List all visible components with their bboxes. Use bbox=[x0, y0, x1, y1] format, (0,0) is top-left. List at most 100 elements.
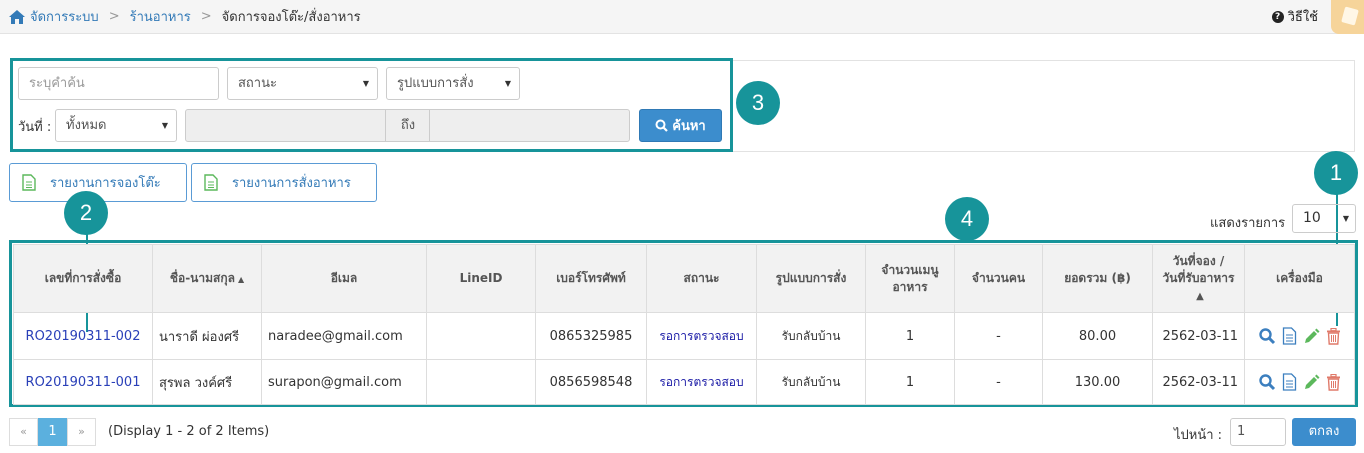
header-name-label: ชื่อ-นามสกุล bbox=[169, 270, 235, 285]
document-icon[interactable] bbox=[1282, 327, 1297, 345]
pagination-info: (Display 1 - 2 of 2 Items) bbox=[108, 424, 270, 439]
header-menu-count[interactable]: จำนวนเมนูอาหาร bbox=[865, 244, 955, 313]
edit-icon[interactable] bbox=[1303, 374, 1320, 391]
cell-order-type: รับกลับบ้าน bbox=[756, 359, 866, 405]
document-icon bbox=[22, 174, 36, 191]
cell-email: surapon@gmail.com bbox=[261, 359, 427, 405]
search-input[interactable]: ระบุคำค้น bbox=[18, 67, 219, 100]
edit-icon[interactable] bbox=[1303, 328, 1320, 345]
order-no-link[interactable]: RO20190311-002 bbox=[26, 329, 141, 344]
goto-page-input[interactable]: 1 bbox=[1230, 418, 1286, 446]
help-link[interactable]: ? วิธีใช้ bbox=[1271, 6, 1318, 27]
header-tools: เครื่องมือ bbox=[1244, 244, 1355, 313]
cell-date: 2562-03-11 bbox=[1152, 312, 1245, 360]
header-date[interactable]: วันที่จอง / วันที่รับอาหาร ▲ bbox=[1152, 244, 1245, 313]
cell-order-type: รับกลับบ้าน bbox=[756, 312, 866, 360]
note-icon bbox=[1341, 6, 1359, 26]
breadcrumb-home[interactable]: จัดการระบบ bbox=[30, 6, 99, 27]
header-date-label-2: วันที่รับอาหาร bbox=[1162, 270, 1235, 285]
delete-icon[interactable] bbox=[1326, 327, 1341, 345]
search-button-label: ค้นหา bbox=[672, 119, 706, 134]
header-order-type[interactable]: รูปแบบการสั่ง bbox=[756, 244, 866, 313]
callout-badge-2: 2 bbox=[64, 191, 108, 235]
date-to-label: ถึง bbox=[386, 109, 430, 142]
question-icon: ? bbox=[1271, 10, 1284, 23]
breadcrumb-current: จัดการจองโต๊ะ/สั่งอาหาร bbox=[221, 10, 361, 25]
breadcrumb-section[interactable]: ร้านอาหาร bbox=[130, 6, 191, 27]
row-tools bbox=[1251, 327, 1348, 345]
search-button[interactable]: ค้นหา bbox=[639, 109, 722, 142]
sort-asc-icon: ▲ bbox=[237, 274, 245, 284]
orders-table: เลขที่การสั่งซื้อ ชื่อ-นามสกุล ▲ อีเมล Li… bbox=[13, 244, 1355, 405]
order-no-link[interactable]: RO20190311-001 bbox=[26, 375, 141, 390]
cell-people: - bbox=[954, 312, 1043, 360]
breadcrumb: จัดการระบบ > ร้านอาหาร > จัดการจองโต๊ะ/ส… bbox=[8, 6, 361, 27]
top-bar: จัดการระบบ > ร้านอาหาร > จัดการจองโต๊ะ/ส… bbox=[0, 0, 1364, 34]
document-icon[interactable] bbox=[1282, 373, 1297, 391]
header-menu-count-label: จำนวนเมนู bbox=[881, 262, 939, 277]
table-row: RO20190311-001 สุรพล วงค์ศรี surapon@gma… bbox=[13, 359, 1355, 405]
date-range-select[interactable]: ทั้งหมด bbox=[55, 109, 177, 142]
sort-asc-icon: ▲ bbox=[1196, 290, 1204, 302]
home-icon[interactable] bbox=[8, 9, 26, 25]
order-type-select[interactable]: รูปแบบการสั่ง bbox=[386, 67, 520, 100]
header-email[interactable]: อีเมล bbox=[261, 244, 427, 313]
food-order-report-button[interactable]: รายงานการสั่งอาหาร bbox=[191, 163, 377, 202]
cell-menu-count: 1 bbox=[865, 312, 955, 360]
cell-line-id bbox=[426, 359, 536, 405]
header-status-label: สถานะ bbox=[683, 271, 720, 285]
header-tools-label: เครื่องมือ bbox=[1276, 271, 1323, 285]
delete-icon[interactable] bbox=[1326, 373, 1341, 391]
page-button-1[interactable]: 1 bbox=[38, 418, 67, 446]
header-phone-label: เบอร์โทรศัพท์ bbox=[556, 271, 626, 285]
header-date-label: วันที่จอง / bbox=[1172, 253, 1225, 268]
cell-total: 130.00 bbox=[1042, 359, 1153, 405]
header-name[interactable]: ชื่อ-นามสกุล ▲ bbox=[152, 244, 262, 313]
header-email-label: อีเมล bbox=[330, 271, 358, 285]
row-tools bbox=[1251, 373, 1348, 391]
document-icon bbox=[204, 174, 218, 191]
header-total[interactable]: ยอดรวม (฿) bbox=[1042, 244, 1153, 313]
date-to-input[interactable] bbox=[429, 109, 630, 142]
header-total-label: ยอดรวม (฿) bbox=[1064, 271, 1131, 285]
header-people[interactable]: จำนวนคน bbox=[954, 244, 1043, 313]
status-link[interactable]: รอการตรวจสอบ bbox=[659, 375, 743, 389]
date-from-input[interactable] bbox=[185, 109, 386, 142]
header-phone[interactable]: เบอร์โทรศัพท์ bbox=[535, 244, 647, 313]
cell-menu-count: 1 bbox=[865, 359, 955, 405]
table-header-row: เลขที่การสั่งซื้อ ชื่อ-นามสกุล ▲ อีเมล Li… bbox=[13, 244, 1355, 313]
cell-phone: 0856598548 bbox=[535, 359, 647, 405]
pagination: « 1 » bbox=[9, 418, 96, 446]
view-icon[interactable] bbox=[1258, 373, 1276, 391]
help-label: วิธีใช้ bbox=[1287, 10, 1318, 25]
header-people-label: จำนวนคน bbox=[971, 271, 1026, 285]
notes-tab[interactable] bbox=[1331, 0, 1364, 34]
cell-people: - bbox=[954, 359, 1043, 405]
header-line-id[interactable]: LineID bbox=[426, 244, 536, 313]
prev-page-button[interactable]: « bbox=[9, 418, 38, 446]
cell-name: นาราดี ผ่องศรี bbox=[152, 312, 262, 360]
next-page-button[interactable]: » bbox=[67, 418, 96, 446]
cell-total: 80.00 bbox=[1042, 312, 1153, 360]
callout-badge-3: 3 bbox=[736, 81, 780, 125]
status-link[interactable]: รอการตรวจสอบ bbox=[659, 329, 743, 343]
cell-name: สุรพล วงค์ศรี bbox=[152, 359, 262, 405]
breadcrumb-separator: > bbox=[200, 9, 212, 24]
food-order-report-label: รายงานการสั่งอาหาร bbox=[232, 176, 351, 191]
header-order-no-label: เลขที่การสั่งซื้อ bbox=[44, 271, 122, 285]
page-size-label: แสดงรายการ bbox=[1210, 216, 1286, 231]
date-label: วันที่ : bbox=[18, 120, 52, 135]
status-select[interactable]: สถานะ bbox=[227, 67, 378, 100]
view-icon[interactable] bbox=[1258, 327, 1276, 345]
table-row: RO20190311-002 นาราดี ผ่องศรี naradee@gm… bbox=[13, 312, 1355, 360]
goto-page-label: ไปหน้า : bbox=[1174, 428, 1223, 443]
header-order-no[interactable]: เลขที่การสั่งซื้อ bbox=[13, 244, 153, 313]
callout-badge-1: 1 bbox=[1314, 151, 1358, 195]
table-booking-report-label: รายงานการจองโต๊ะ bbox=[50, 176, 161, 191]
goto-page-button[interactable]: ตกลง bbox=[1292, 418, 1356, 446]
header-menu-count-label-2: อาหาร bbox=[892, 279, 928, 294]
page-size-select[interactable]: 10 bbox=[1292, 204, 1356, 233]
header-status[interactable]: สถานะ bbox=[646, 244, 757, 313]
header-line-id-label: LineID bbox=[459, 271, 503, 285]
cell-date: 2562-03-11 bbox=[1152, 359, 1245, 405]
